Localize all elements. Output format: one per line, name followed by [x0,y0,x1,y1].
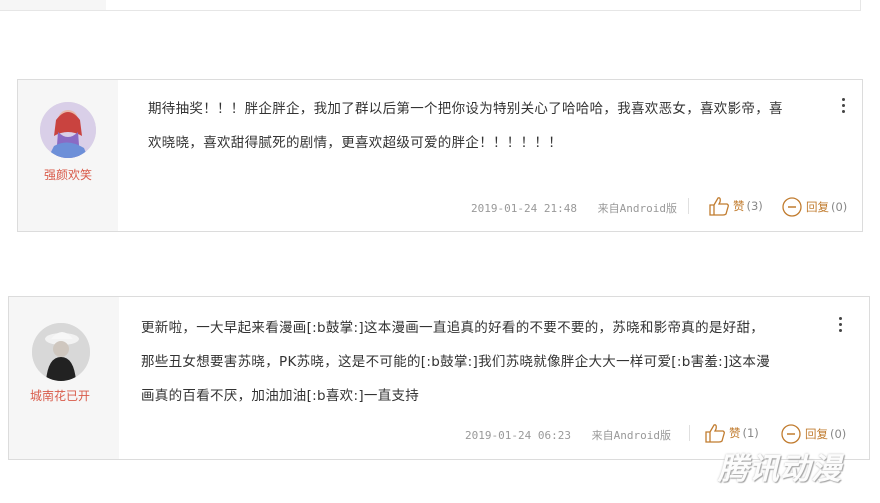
comment-line: 那些丑女想要害苏晓，PK苏晓，这是不可能的[:b鼓掌:]我们苏晓就像胖企大大一样… [141,354,770,370]
more-options-icon[interactable] [839,317,843,335]
like-button[interactable]: 赞 (3) [708,196,763,216]
username[interactable]: 城南花已开 [5,387,115,404]
reply-button[interactable]: 回复 (0) [780,423,846,445]
avatar[interactable] [32,323,90,381]
previous-comment-edge [0,0,861,11]
comment-line: 更新啦，一大早起来看漫画[:b鼓掌:]这本漫画一直追真的好看的不要不要的，苏晓和… [141,320,765,336]
comment-time: 2019-01-24 06:23 [465,429,571,442]
thumbs-up-icon [709,197,729,216]
comment-text: 期待抽奖！！！胖企胖企，我加了群以后第一个把你设为特别关心了哈哈哈，我喜欢恶女，… [148,92,828,160]
avatar[interactable] [40,102,96,158]
reply-icon [781,424,801,444]
comment-time: 2019-01-24 21:48 [471,202,577,215]
comment-card: 强颜欢笑 期待抽奖！！！胖企胖企，我加了群以后第一个把你设为特别关心了哈哈哈，我… [17,79,863,232]
previous-comment-user-column [0,0,106,10]
like-count: (1) [742,426,759,440]
reply-icon [782,197,802,217]
watermark-logo: 腾讯动漫 [718,453,842,486]
comment-source: 来自Android版 [597,202,677,215]
like-count: (3) [746,199,763,213]
reply-count: (0) [831,200,848,214]
reply-count: (0) [830,427,847,441]
divider [688,198,689,214]
like-button[interactable]: 赞 (1) [704,423,759,443]
reply-label: 回复 [805,427,828,441]
comment-user-column: 城南花已开 [9,297,119,459]
reply-button[interactable]: 回复 (0) [781,196,847,218]
comment-line: 期待抽奖！！！胖企胖企，我加了群以后第一个把你设为特别关心了哈哈哈，我喜欢恶女，… [148,101,783,117]
reply-label: 回复 [806,200,829,214]
thumbs-up-icon [705,424,725,443]
more-options-icon[interactable] [842,98,846,116]
like-label: 赞 [729,426,741,440]
comment-line: 欢晓晓，喜欢甜得腻死的剧情，更喜欢超级可爱的胖企！！！！！！ [148,135,562,151]
comment-meta: 2019-01-24 06:23 来自Android版 [465,427,685,443]
comment-text: 更新啦，一大早起来看漫画[:b鼓掌:]这本漫画一直追真的好看的不要不要的，苏晓和… [141,311,821,413]
comment-source: 来自Android版 [591,429,671,442]
divider [689,425,690,441]
comment-user-column: 强颜欢笑 [18,80,118,231]
username[interactable]: 强颜欢笑 [18,166,118,183]
comment-line: 画真的百看不厌，加油加油[:b喜欢:]一直支持 [141,388,420,404]
comment-meta: 2019-01-24 21:48 来自Android版 [471,200,691,216]
comment-card: 城南花已开 更新啦，一大早起来看漫画[:b鼓掌:]这本漫画一直追真的好看的不要不… [8,296,870,460]
like-label: 赞 [733,199,745,213]
